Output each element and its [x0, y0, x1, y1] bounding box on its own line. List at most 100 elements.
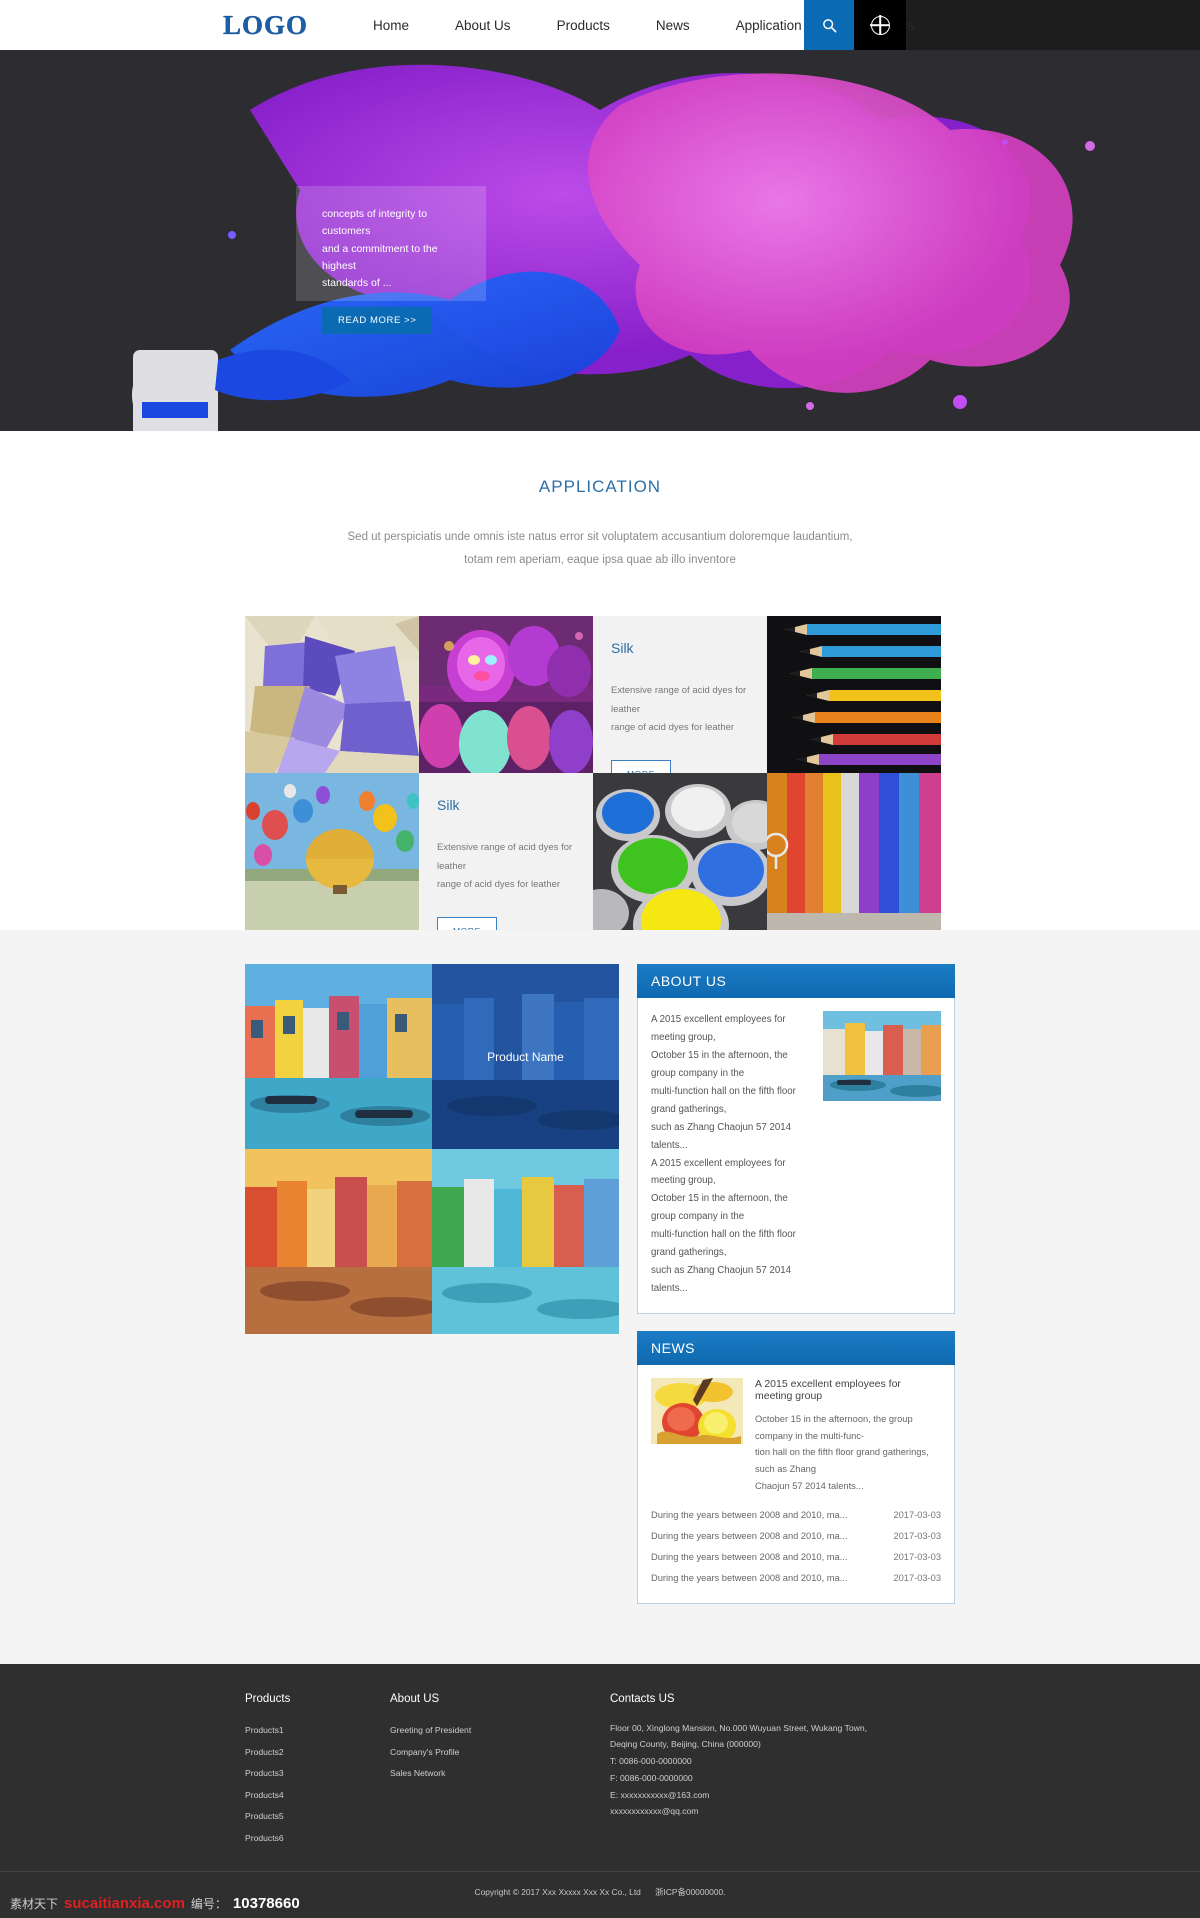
footer-product-link[interactable]: Products4: [245, 1784, 390, 1806]
application-card-1-title: Silk: [611, 640, 634, 656]
news-item-date: 2017-03-03: [893, 1552, 941, 1563]
gallery-item-1[interactable]: [245, 964, 432, 1149]
search-button[interactable]: [804, 0, 854, 50]
news-list-item[interactable]: During the years between 2008 and 2010, …: [651, 1547, 941, 1568]
about-us-thumbnail[interactable]: [823, 1011, 941, 1101]
site-footer: Products Products1 Products2 Products3 P…: [0, 1663, 1200, 1918]
nav-item-about-us[interactable]: About Us: [432, 18, 534, 33]
language-switch-button[interactable]: [854, 0, 906, 50]
gallery-item-2[interactable]: Product Name: [432, 964, 619, 1149]
footer-address-line-1: Floor 00, Xinglong Mansion, No.000 Wuyua…: [610, 1722, 868, 1733]
page-root: LOGO Home About Us Products News Applica…: [0, 0, 1200, 1918]
nav-item-products[interactable]: Products: [534, 18, 633, 33]
footer-product-link[interactable]: Products6: [245, 1827, 390, 1849]
footer-fax: F: 0086-000-0000000: [610, 1772, 693, 1783]
footer-email-1[interactable]: E: xxxxxxxxxxx@163.com: [610, 1787, 955, 1804]
footer-product-link[interactable]: Products1: [245, 1720, 390, 1742]
news-panel: NEWS A 2015 excellent employees for meet…: [637, 1331, 955, 1604]
grid-image-colored-pencils[interactable]: [767, 616, 941, 773]
application-card-1-desc-line-2: range of acid dyes for leather: [611, 722, 735, 734]
hero-caption-box: concepts of integrity to customers and a…: [296, 186, 486, 334]
news-item-date: 2017-03-03: [893, 1531, 941, 1542]
footer-product-link[interactable]: Products3: [245, 1763, 390, 1785]
news-featured-text: A 2015 excellent employees for meeting g…: [755, 1378, 941, 1495]
footer-products-column: Products Products1 Products2 Products3 P…: [245, 1693, 390, 1849]
footer-about-heading: About US: [390, 1692, 440, 1705]
product-gallery: Product Name: [245, 964, 619, 1604]
footer-product-link[interactable]: Products5: [245, 1806, 390, 1828]
footer-about-link[interactable]: Greeting of President: [390, 1720, 610, 1742]
about-us-panel: ABOUT US A 2015 excellent employees for …: [637, 964, 955, 1314]
about-p1-l2: October 15 in the afternoon, the group c…: [651, 1049, 788, 1079]
news-body: A 2015 excellent employees for meeting g…: [637, 1365, 955, 1604]
site-logo[interactable]: LOGO: [223, 9, 308, 41]
news-list-item[interactable]: During the years between 2008 and 2010, …: [651, 1505, 941, 1526]
footer-product-link[interactable]: Products2: [245, 1741, 390, 1763]
news-item-title: During the years between 2008 and 2010, …: [651, 1510, 848, 1521]
grid-image-color-festival[interactable]: [419, 616, 593, 773]
application-card-2-more-button[interactable]: MORE: [437, 916, 497, 930]
footer-about-list: Greeting of President Company's Profile …: [390, 1720, 610, 1785]
grid-image-lowpoly[interactable]: [245, 616, 419, 773]
nav-white-area: LOGO Home About Us Products News Applica…: [0, 0, 914, 50]
watermark-chinese-label: 素材天下: [10, 1896, 59, 1911]
footer-about-link[interactable]: Sales Network: [390, 1763, 610, 1785]
footer-products-list: Products1 Products2 Products3 Products4 …: [245, 1720, 390, 1849]
about-us-heading: ABOUT US: [637, 964, 955, 998]
hero-caption-line-1: concepts of integrity to customers: [322, 208, 428, 238]
read-more-button[interactable]: READ MORE >>: [322, 306, 433, 334]
grid-image-paint-cans[interactable]: [593, 773, 767, 930]
footer-contacts-heading: Contacts US: [610, 1692, 675, 1705]
nav-item-home[interactable]: Home: [350, 18, 432, 33]
news-featured-thumbnail[interactable]: [651, 1378, 743, 1444]
footer-email-2[interactable]: xxxxxxxxxxxx@qq.com: [610, 1803, 955, 1820]
about-us-text: A 2015 excellent employees for meeting g…: [651, 1011, 811, 1298]
news-heading: NEWS: [637, 1331, 955, 1365]
about-news-column: ABOUT US A 2015 excellent employees for …: [637, 964, 955, 1604]
footer-contacts-column: Contacts US Floor 00, Xinglong Mansion, …: [610, 1693, 955, 1849]
watermark-number-label: 编号：: [190, 1896, 227, 1911]
application-title: APPLICATION: [538, 477, 662, 496]
footer-icp-text: 浙ICP备00000000.: [655, 1886, 726, 1897]
application-card-1-more-button[interactable]: MORE: [611, 759, 671, 773]
grid-image-hot-air-balloons[interactable]: [245, 773, 419, 930]
footer-copyright-text: Copyright © 2017 Xxx Xxxxx Xxx Xx Co., L…: [474, 1886, 641, 1897]
footer-about-column: About US Greeting of President Company's…: [390, 1693, 610, 1849]
about-p2-l4: such as Zhang Chaojun 57 2014 talents...: [651, 1265, 792, 1295]
about-p2-l1: A 2015 excellent employees for meeting g…: [651, 1157, 786, 1187]
globe-icon: [870, 15, 890, 35]
news-featured-line-2: tion hall on the fifth floor grand gathe…: [755, 1447, 929, 1475]
news-featured-title[interactable]: A 2015 excellent employees for meeting g…: [755, 1378, 941, 1402]
top-navigation-bar: LOGO Home About Us Products News Applica…: [0, 0, 1200, 50]
search-icon: [822, 18, 836, 32]
gallery-item-4[interactable]: [432, 1149, 619, 1334]
application-card-2-desc-line-1: Extensive range of acid dyes for leather: [437, 842, 573, 872]
footer-products-heading: Products: [245, 1692, 291, 1705]
about-us-body: A 2015 excellent employees for meeting g…: [637, 998, 955, 1314]
news-featured-line-3: Chaojun 57 2014 talents...: [755, 1480, 864, 1491]
application-section: APPLICATION Sed ut perspiciatis unde omn…: [0, 431, 1200, 930]
about-p1-l3: multi-function hall on the fifth floor g…: [651, 1085, 796, 1115]
gallery-item-3[interactable]: [245, 1149, 432, 1334]
about-p2-l3: multi-function hall on the fifth floor g…: [651, 1229, 796, 1259]
about-p1-l4: such as Zhang Chaojun 57 2014 talents...: [651, 1121, 792, 1151]
news-item-title: During the years between 2008 and 2010, …: [651, 1531, 848, 1542]
news-featured-line-1: October 15 in the afternoon, the group c…: [755, 1414, 913, 1441]
news-list-item[interactable]: During the years between 2008 and 2010, …: [651, 1526, 941, 1547]
footer-about-link[interactable]: Company's Profile: [390, 1741, 610, 1763]
news-item-title: During the years between 2008 and 2010, …: [651, 1573, 848, 1584]
grid-image-color-bars[interactable]: [767, 773, 941, 930]
watermark-number-value: 10378660: [232, 1894, 300, 1912]
hero-caption-line-2: and a commitment to the highest: [322, 242, 438, 272]
about-p2-l2: October 15 in the afternoon, the group c…: [651, 1193, 788, 1223]
application-card-1-desc-line-1: Extensive range of acid dyes for leather: [611, 685, 747, 715]
application-card-2: Silk Extensive range of acid dyes for le…: [419, 773, 593, 930]
news-list: During the years between 2008 and 2010, …: [638, 1505, 954, 1603]
gallery-product-name: Product Name: [432, 964, 619, 1149]
hero-banner: concepts of integrity to customers and a…: [0, 50, 1200, 431]
nav-item-news[interactable]: News: [633, 18, 713, 33]
about-p1-l1: A 2015 excellent employees for meeting g…: [651, 1014, 786, 1043]
hero-paint-splash-image: [0, 50, 1200, 431]
application-grid: Silk Extensive range of acid dyes for le…: [245, 616, 955, 930]
news-list-item[interactable]: During the years between 2008 and 2010, …: [651, 1568, 941, 1589]
